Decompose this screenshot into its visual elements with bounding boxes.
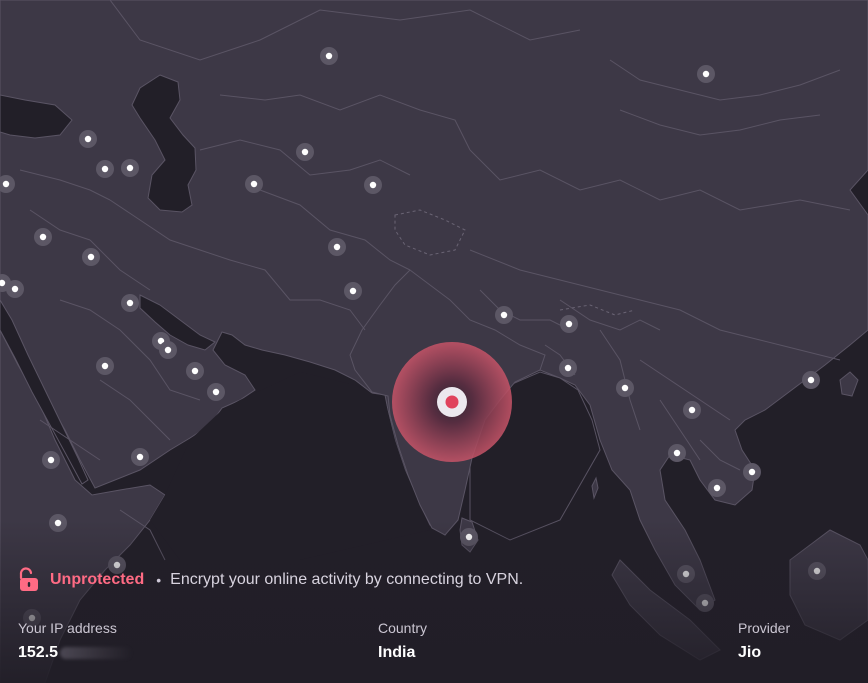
server-node[interactable] <box>207 383 225 401</box>
country-label: Country <box>378 620 428 636</box>
server-node[interactable] <box>79 130 97 148</box>
server-node[interactable] <box>708 479 726 497</box>
server-node[interactable] <box>560 315 578 333</box>
country-section: Country India <box>378 619 427 662</box>
ip-redaction <box>60 646 133 659</box>
server-node[interactable] <box>495 306 513 324</box>
server-node[interactable] <box>42 451 60 469</box>
server-node[interactable] <box>743 463 761 481</box>
server-node[interactable] <box>328 238 346 256</box>
server-node[interactable] <box>296 143 314 161</box>
server-node[interactable] <box>245 175 263 193</box>
provider-value: Jio <box>738 644 762 661</box>
server-node[interactable] <box>616 379 634 397</box>
server-node[interactable] <box>186 362 204 380</box>
server-node[interactable] <box>364 176 382 194</box>
ip-address-value: 152.5 <box>18 644 133 662</box>
server-node[interactable] <box>668 444 686 462</box>
ip-address-label: Your IP address <box>18 620 117 636</box>
separator-dot: • <box>156 572 162 588</box>
server-node[interactable] <box>697 65 715 83</box>
unlocked-padlock-icon <box>19 567 38 591</box>
server-node[interactable] <box>96 160 114 178</box>
status-label: Unprotected <box>50 571 145 588</box>
server-node[interactable] <box>344 282 362 300</box>
server-node[interactable] <box>6 280 24 298</box>
status-description: Encrypt your online activity by connecti… <box>170 571 524 588</box>
protection-status: Unprotected • Encrypt your online activi… <box>16 566 523 594</box>
server-node[interactable] <box>121 159 139 177</box>
server-node[interactable] <box>683 401 701 419</box>
provider-label: Provider <box>738 620 791 636</box>
ip-address-section: Your IP address 152.5 <box>18 619 133 662</box>
server-node[interactable] <box>131 448 149 466</box>
server-node[interactable] <box>159 341 177 359</box>
vpn-dashboard: Unprotected • Encrypt your online activi… <box>0 0 868 683</box>
server-node[interactable] <box>96 357 114 375</box>
server-node[interactable] <box>82 248 100 266</box>
server-node[interactable] <box>34 228 52 246</box>
current-location-marker[interactable] <box>392 342 512 462</box>
server-node[interactable] <box>559 359 577 377</box>
country-value: India <box>378 644 416 661</box>
server-node[interactable] <box>121 294 139 312</box>
server-node[interactable] <box>802 371 820 389</box>
provider-section: Provider Jio <box>738 619 790 662</box>
server-node[interactable] <box>320 47 338 65</box>
